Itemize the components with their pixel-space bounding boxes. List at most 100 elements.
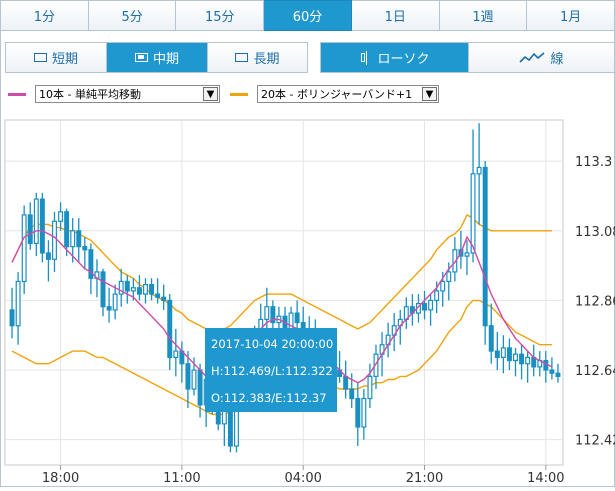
y-tick-label: 112.64 — [575, 364, 615, 379]
candle-body — [185, 363, 191, 390]
candle-body — [361, 397, 367, 428]
y-tick-label: 112.42 — [575, 434, 615, 449]
tab-60min[interactable]: 60分 — [264, 0, 352, 31]
candle-body — [161, 296, 167, 302]
expand-arrows-icon — [33, 53, 47, 62]
tab-15min[interactable]: 15分 — [176, 0, 265, 31]
sma-color-swatch — [8, 92, 26, 96]
candle-body — [64, 211, 70, 248]
candle-body — [173, 350, 179, 358]
expand-wide-icon — [235, 53, 249, 62]
candle-body — [112, 293, 118, 311]
candle-body — [300, 321, 306, 330]
price-chart[interactable]: 113.3 113.08 112.86 112.64 112.42 18:00 11:00 0… — [0, 112, 615, 487]
candle-body — [525, 356, 531, 365]
bollinger-select[interactable]: 20本 - ボリンジャーバンド+1 ▼ — [257, 85, 439, 103]
candle-body — [136, 287, 142, 295]
candle-body — [294, 312, 300, 324]
window-icon — [134, 53, 148, 62]
tooltip-line-3: O:112.383/E:112.37 — [211, 391, 327, 405]
candle-body — [39, 198, 45, 254]
sma-indicator: 10本 - 単純平均移動 ▼ — [8, 84, 220, 104]
candle-body — [15, 280, 21, 327]
chevron-down-icon: ▼ — [422, 87, 437, 101]
candle-body — [191, 369, 197, 390]
line-chart-label: 線 — [550, 52, 564, 67]
candle-body — [45, 252, 51, 260]
candle-body — [470, 173, 476, 254]
x-tick-label: 21:00 — [406, 471, 443, 486]
line-chart-icon — [519, 51, 545, 63]
tab-1month[interactable]: 1月 — [527, 0, 615, 31]
candle-body — [543, 359, 549, 371]
candle-body — [106, 306, 112, 311]
candle-body — [227, 407, 233, 447]
candle-body — [264, 306, 270, 321]
candle-body — [76, 230, 82, 248]
tab-1min[interactable]: 1分 — [0, 0, 89, 31]
period-selector: 短期 中期 長期 — [5, 42, 308, 73]
line-chart-button[interactable]: 線 — [469, 43, 614, 72]
bollinger-indicator: 20本 - ボリンジャーバンド+1 ▼ — [230, 84, 439, 104]
tooltip-line-1: 2017-10-04 20:00:00 — [211, 337, 333, 351]
x-tick-label: 18:00 — [42, 471, 79, 486]
candle-body — [82, 246, 88, 251]
candle-body — [494, 350, 500, 358]
candle-body — [519, 353, 525, 365]
candle-body — [9, 309, 15, 327]
mid-term-button[interactable]: 中期 — [107, 43, 208, 72]
candle-body — [476, 166, 482, 175]
mid-term-label: 中期 — [152, 52, 179, 67]
tab-1day[interactable]: 1日 — [351, 0, 440, 31]
candle-body — [130, 287, 136, 292]
timeframe-tabs: 1分 5分 15分 60分 1日 1週 1月 — [0, 0, 615, 33]
candle-body — [506, 347, 512, 362]
sma-select-value: 10本 - 単純平均移動 — [39, 88, 141, 101]
x-tick-label: 14:00 — [527, 471, 564, 486]
candle-body — [33, 198, 39, 245]
long-term-button[interactable]: 長期 — [208, 43, 307, 72]
long-term-label: 長期 — [253, 52, 280, 67]
candle-body — [513, 353, 518, 362]
y-tick-label: 112.86 — [575, 294, 615, 309]
candlestick-button[interactable]: ローソク — [321, 43, 469, 72]
candle-body — [549, 369, 555, 374]
candle-body — [422, 302, 427, 311]
tab-5min[interactable]: 5分 — [88, 0, 177, 31]
candle-body — [428, 299, 434, 311]
candle-body — [100, 271, 106, 308]
sma-select[interactable]: 10本 - 単純平均移動 ▼ — [35, 85, 220, 103]
candlestick-label: ローソク — [377, 52, 430, 67]
candle-body — [446, 271, 452, 283]
x-tick-label: 11:00 — [163, 471, 200, 486]
y-tick-label: 113.08 — [575, 225, 615, 240]
chart-type-selector: ローソク 線 — [320, 42, 615, 73]
tooltip-line-2: H:112.469/L:112.322 — [211, 364, 333, 378]
bollinger-select-value: 20本 - ボリンジャーバンド+1 — [261, 88, 413, 101]
candle-body — [21, 214, 27, 283]
candle-body — [434, 290, 440, 302]
candle-body — [52, 220, 57, 260]
candle-body — [167, 299, 173, 358]
candle-body — [58, 211, 64, 222]
candle-body — [555, 372, 561, 377]
bollinger-color-swatch — [230, 92, 248, 96]
candle-body — [440, 280, 446, 292]
x-tick-label: 04:00 — [284, 471, 321, 486]
candle-body — [70, 230, 76, 248]
candle-body — [367, 375, 373, 400]
candle-body — [27, 214, 33, 245]
candle-body — [500, 347, 506, 358]
candle-body — [482, 166, 488, 327]
chart-svg: 113.3 113.08 112.86 112.64 112.42 18:00 11:00 0… — [4, 119, 615, 486]
short-term-button[interactable]: 短期 — [6, 43, 107, 72]
candle-body — [155, 293, 161, 298]
candle-body — [349, 388, 355, 400]
y-tick-label: 113.3 — [575, 155, 612, 170]
candle-body — [464, 252, 470, 257]
tab-1week[interactable]: 1週 — [439, 0, 528, 31]
chevron-down-icon: ▼ — [203, 87, 218, 101]
candle-body — [149, 283, 155, 295]
candle-body — [124, 280, 130, 292]
candle-body — [197, 369, 203, 406]
